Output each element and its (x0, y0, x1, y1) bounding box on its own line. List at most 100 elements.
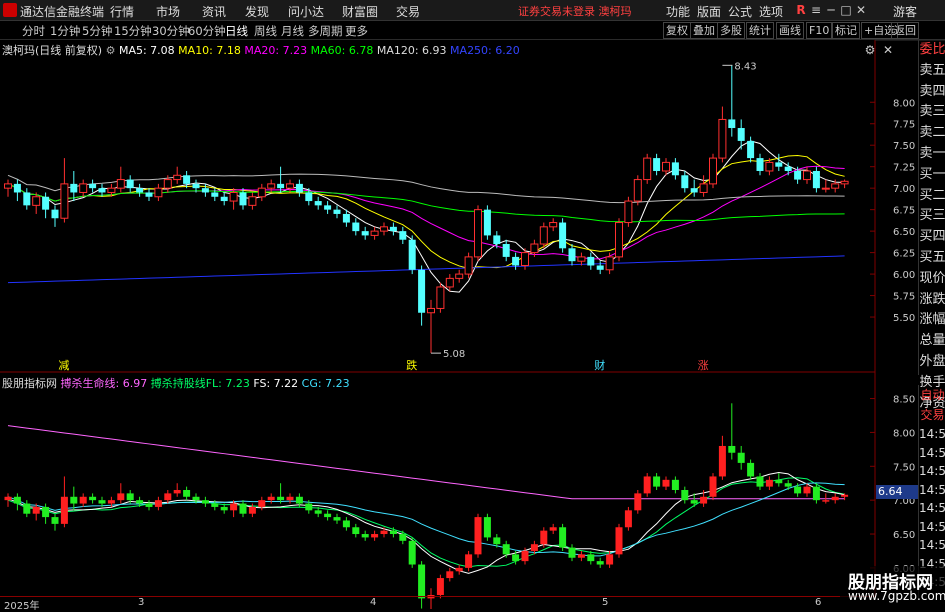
y-tick-label: 7.75 (893, 120, 915, 131)
y-tick-label: 6.75 (893, 206, 915, 217)
quote-item[interactable]: 卖四 (919, 82, 945, 103)
candle-body (257, 187, 266, 198)
quote-item[interactable]: 卖一 (919, 144, 945, 165)
y-tick-label: 7.25 (893, 163, 915, 174)
candle-body (154, 187, 163, 198)
candle-body (530, 243, 539, 254)
ind-candle-body (230, 503, 238, 511)
quote-item[interactable]: 委比 (919, 40, 945, 61)
candle-body (690, 188, 698, 193)
y-tick-label: 5.75 (893, 292, 915, 303)
candle-body (4, 183, 12, 189)
low-label: 5.08 (443, 349, 465, 360)
candle-body (671, 162, 679, 176)
ind-candle-body (361, 534, 369, 538)
candle-body (145, 192, 153, 197)
ind-candle-body (23, 503, 31, 514)
quote-item[interactable]: 买四 (919, 227, 945, 248)
trade-item[interactable]: 交易 (919, 405, 945, 425)
ind-candle-body (822, 500, 830, 502)
trade-item[interactable]: 自动 (919, 385, 945, 405)
ind-candle-body (530, 544, 538, 551)
high-label: 8.43 (734, 61, 756, 72)
ind-candle-body (559, 527, 567, 548)
quote-item[interactable]: 买五 (919, 248, 945, 269)
candle-body (32, 196, 41, 206)
ind-y-tick-label: 7.50 (893, 462, 915, 473)
candle-body (163, 179, 172, 189)
ind-candle-body (60, 496, 68, 524)
quote-item[interactable]: 卖二 (919, 123, 945, 144)
ind-candle-body (173, 490, 181, 494)
trade-item[interactable]: 14:56 (919, 425, 945, 444)
date-label: 6 (815, 597, 822, 608)
candle-body (559, 222, 567, 249)
ind-candle-body (295, 496, 303, 504)
ind-candle-body (643, 476, 651, 494)
candle-body (445, 277, 454, 288)
ind-candle-body (737, 452, 745, 463)
candle-body (183, 175, 191, 184)
ind-candle-body (587, 554, 595, 562)
candle-body (248, 196, 257, 206)
ind-candle-body (709, 476, 717, 497)
quote-item[interactable]: 现价 (919, 269, 945, 290)
candle-body (408, 239, 416, 270)
candle-body (587, 256, 595, 266)
candle-body (502, 244, 510, 257)
kline-chart[interactable]: 8.00 7.75 7.50 7.25 7.00 6.75 6.50 6.25 6.00 5.75… (0, 0, 945, 609)
ind-candle-body (98, 500, 106, 504)
trade-item[interactable]: 14:56 (919, 481, 945, 500)
trade-item[interactable]: 14:56 (919, 518, 945, 537)
ind-candle-body (201, 500, 209, 504)
candle-body (418, 269, 426, 313)
quote-item[interactable]: 外盘 (919, 352, 945, 373)
quote-item[interactable]: 卖三 (919, 102, 945, 123)
candle-body (455, 273, 464, 279)
ind-candle-body (79, 496, 87, 504)
y-tick-label: 6.50 (893, 227, 915, 238)
ind-candle-body (70, 496, 78, 504)
candle-body (633, 179, 642, 202)
quote-item[interactable]: 买二 (919, 186, 945, 207)
ind-candle-body (624, 510, 632, 528)
quote-item[interactable]: 涨幅 (919, 310, 945, 331)
candle-body (681, 175, 689, 189)
trade-item[interactable]: 14:56 (919, 499, 945, 518)
trade-item[interactable]: 14:56 (919, 444, 945, 463)
ind-candle-body (568, 547, 576, 558)
candle-body (653, 158, 661, 171)
candle-body (42, 196, 50, 210)
trade-item[interactable]: 14:56 (919, 462, 945, 481)
candle-body (427, 307, 435, 314)
candle-body (399, 231, 407, 240)
quote-item[interactable]: 总量 (919, 331, 945, 352)
candle-body (624, 200, 633, 224)
ind-candle-body (549, 527, 557, 531)
ind-candle-body (681, 490, 689, 501)
ind-y-tick-label: 8.00 (893, 428, 915, 439)
candle-body (277, 183, 285, 189)
candle-body (718, 118, 727, 159)
candle-body (361, 231, 369, 236)
ind-candle-body (756, 476, 764, 487)
candle-body (737, 128, 745, 141)
ind-candle-body (333, 517, 341, 521)
candle-body (794, 170, 802, 180)
ind-candle-body (765, 479, 773, 487)
ind-candle-body (399, 534, 407, 541)
quote-item[interactable]: 卖五 (919, 61, 945, 82)
quote-item[interactable]: 涨跌 (919, 290, 945, 311)
ind-candle-body (803, 486, 811, 494)
candle-body (370, 230, 379, 236)
quote-item[interactable]: 买一 (919, 165, 945, 186)
candle-body (51, 209, 59, 219)
ind-candle-body (239, 503, 247, 514)
fs-line (7, 472, 845, 574)
trade-item[interactable]: 14:56 (919, 536, 945, 555)
hold-line (7, 477, 845, 568)
quote-panel: 委比 卖五 卖四 卖三 卖二 卖一 买一 买二 买三 买四 买五 现价 涨跌 涨幅 总量 外盘 换手 净资 (918, 40, 945, 411)
quote-item[interactable]: 买三 (919, 206, 945, 227)
candle-body (615, 222, 623, 258)
event-marker: 减 (58, 359, 69, 372)
